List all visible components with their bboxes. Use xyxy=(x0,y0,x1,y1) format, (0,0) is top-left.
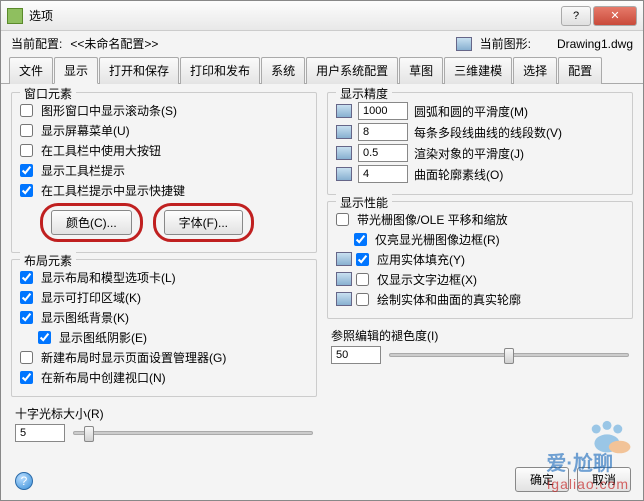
dwg-icon xyxy=(336,146,352,160)
ref-fade-slider[interactable] xyxy=(389,353,629,357)
colors-button[interactable]: 颜色(C)... xyxy=(51,210,132,235)
chk-shortcut-keys[interactable]: 在工具栏提示中显示快捷键 xyxy=(20,181,308,199)
chk-printable-area[interactable]: 显示可打印区域(K) xyxy=(20,288,308,306)
group-window-elements: 窗口元素 图形窗口中显示滚动条(S) 显示屏幕菜单(U) 在工具栏中使用大按钮 … xyxy=(11,92,317,253)
tab-bar: 文件 显示 打开和保存 打印和发布 系统 用户系统配置 草图 三维建模 选择 配… xyxy=(1,56,643,84)
dwg-icon xyxy=(336,252,352,266)
group-layout-title: 布局元素 xyxy=(20,252,76,269)
close-button[interactable]: ✕ xyxy=(593,6,637,26)
highlight-color: 颜色(C)... xyxy=(40,203,143,242)
help-button[interactable]: ? xyxy=(561,6,591,26)
dwg-icon xyxy=(336,272,352,286)
tab-content: 窗口元素 图形窗口中显示滚动条(S) 显示屏幕菜单(U) 在工具栏中使用大按钮 … xyxy=(1,84,643,448)
crosshair-slider-row: 5 xyxy=(15,424,313,442)
group-window-title: 窗口元素 xyxy=(20,85,76,102)
help-bubble-icon[interactable]: ? xyxy=(15,472,33,490)
titlebar: 选项 ? ✕ xyxy=(1,1,643,31)
chk-raster-frame[interactable]: 仅亮显光栅图像边框(R) xyxy=(336,230,624,248)
chk-page-setup-mgr[interactable]: 新建布局时显示页面设置管理器(G) xyxy=(20,348,308,366)
tab-system[interactable]: 系统 xyxy=(261,57,305,84)
tab-drafting[interactable]: 草图 xyxy=(399,57,443,84)
prec-render: 0.5渲染对象的平滑度(J) xyxy=(336,144,624,162)
left-column: 窗口元素 图形窗口中显示滚动条(S) 显示屏幕菜单(U) 在工具栏中使用大按钮 … xyxy=(11,92,317,444)
tab-file[interactable]: 文件 xyxy=(9,57,53,84)
ok-button[interactable]: 确定 xyxy=(515,467,569,492)
crosshair-value[interactable]: 5 xyxy=(15,424,65,442)
group-display-performance: 显示性能 带光栅图像/OLE 平移和缩放 仅亮显光栅图像边框(R) 应用实体填充… xyxy=(327,201,633,319)
tab-3d-modeling[interactable]: 三维建模 xyxy=(444,57,512,84)
highlight-font: 字体(F)... xyxy=(153,203,254,242)
dwg-icon xyxy=(336,292,352,306)
group-precision-title: 显示精度 xyxy=(336,85,392,102)
group-perf-title: 显示性能 xyxy=(336,194,392,211)
group-crosshair: 十字光标大小(R) 5 xyxy=(11,403,317,444)
current-config-label: 当前配置: xyxy=(11,35,62,52)
tab-user-pref[interactable]: 用户系统配置 xyxy=(306,57,398,84)
chk-tooltips[interactable]: 显示工具栏提示 xyxy=(20,161,308,179)
prec-surface: 4曲面轮廓素线(O) xyxy=(336,165,624,183)
chk-create-viewport[interactable]: 在新布局中创建视口(N) xyxy=(20,368,308,386)
tab-open-save[interactable]: 打开和保存 xyxy=(99,57,179,84)
prec-arc: 1000圆弧和圆的平滑度(M) xyxy=(336,102,624,120)
ref-fade-value[interactable]: 50 xyxy=(331,346,381,364)
chk-raster-pan[interactable]: 带光栅图像/OLE 平移和缩放 xyxy=(336,210,624,228)
dialog-footer: 确定 取消 xyxy=(515,467,631,492)
chk-scrollbars[interactable]: 图形窗口中显示滚动条(S) xyxy=(20,101,308,119)
chk-paper-shadow[interactable]: 显示图纸阴影(E) xyxy=(20,328,308,346)
tab-print-publish[interactable]: 打印和发布 xyxy=(180,57,260,84)
right-column: 显示精度 1000圆弧和圆的平滑度(M) 8每条多段线曲线的线段数(V) 0.5… xyxy=(327,92,633,444)
dwg-icon xyxy=(336,167,352,181)
chk-true-silhouette[interactable]: 绘制实体和曲面的真实轮廓 xyxy=(336,290,624,308)
chk-screen-menu[interactable]: 显示屏幕菜单(U) xyxy=(20,121,308,139)
group-layout-elements: 布局元素 显示布局和模型选项卡(L) 显示可打印区域(K) 显示图纸背景(K) … xyxy=(11,259,317,397)
ref-slider-row: 50 xyxy=(331,346,629,364)
chk-solid-fill[interactable]: 应用实体填充(Y) xyxy=(336,250,624,268)
window-buttons: ? ✕ xyxy=(559,6,637,26)
ref-fade-label: 参照编辑的褪色度(I) xyxy=(331,327,629,344)
chk-text-frame[interactable]: 仅显示文字边框(X) xyxy=(336,270,624,288)
options-dialog: 选项 ? ✕ 当前配置: <<未命名配置>> 当前图形: Drawing1.dw… xyxy=(0,0,644,501)
group-display-precision: 显示精度 1000圆弧和圆的平滑度(M) 8每条多段线曲线的线段数(V) 0.5… xyxy=(327,92,633,195)
tab-profiles[interactable]: 配置 xyxy=(558,57,602,84)
fonts-button[interactable]: 字体(F)... xyxy=(164,210,243,235)
app-icon xyxy=(7,8,23,24)
current-config-value: <<未命名配置>> xyxy=(70,35,158,52)
dwg-icon xyxy=(336,125,352,139)
window-title: 选项 xyxy=(29,7,559,24)
current-drawing-value: Drawing1.dwg xyxy=(557,37,633,51)
current-drawing-label: 当前图形: xyxy=(480,35,531,52)
chk-layout-tabs[interactable]: 显示布局和模型选项卡(L) xyxy=(20,268,308,286)
tab-display[interactable]: 显示 xyxy=(54,57,98,84)
tab-selection[interactable]: 选择 xyxy=(513,57,557,84)
prec-polyline: 8每条多段线曲线的线段数(V) xyxy=(336,123,624,141)
drawing-icon xyxy=(456,37,472,51)
dwg-icon xyxy=(336,104,352,118)
crosshair-label: 十字光标大小(R) xyxy=(15,405,313,422)
cancel-button[interactable]: 取消 xyxy=(577,467,631,492)
chk-paper-bg[interactable]: 显示图纸背景(K) xyxy=(20,308,308,326)
chk-large-buttons[interactable]: 在工具栏中使用大按钮 xyxy=(20,141,308,159)
group-ref-fade: 参照编辑的褪色度(I) 50 xyxy=(327,325,633,366)
color-font-row: 颜色(C)... 字体(F)... xyxy=(20,203,308,242)
crosshair-slider[interactable] xyxy=(73,431,313,435)
config-row: 当前配置: <<未命名配置>> 当前图形: Drawing1.dwg xyxy=(1,31,643,54)
